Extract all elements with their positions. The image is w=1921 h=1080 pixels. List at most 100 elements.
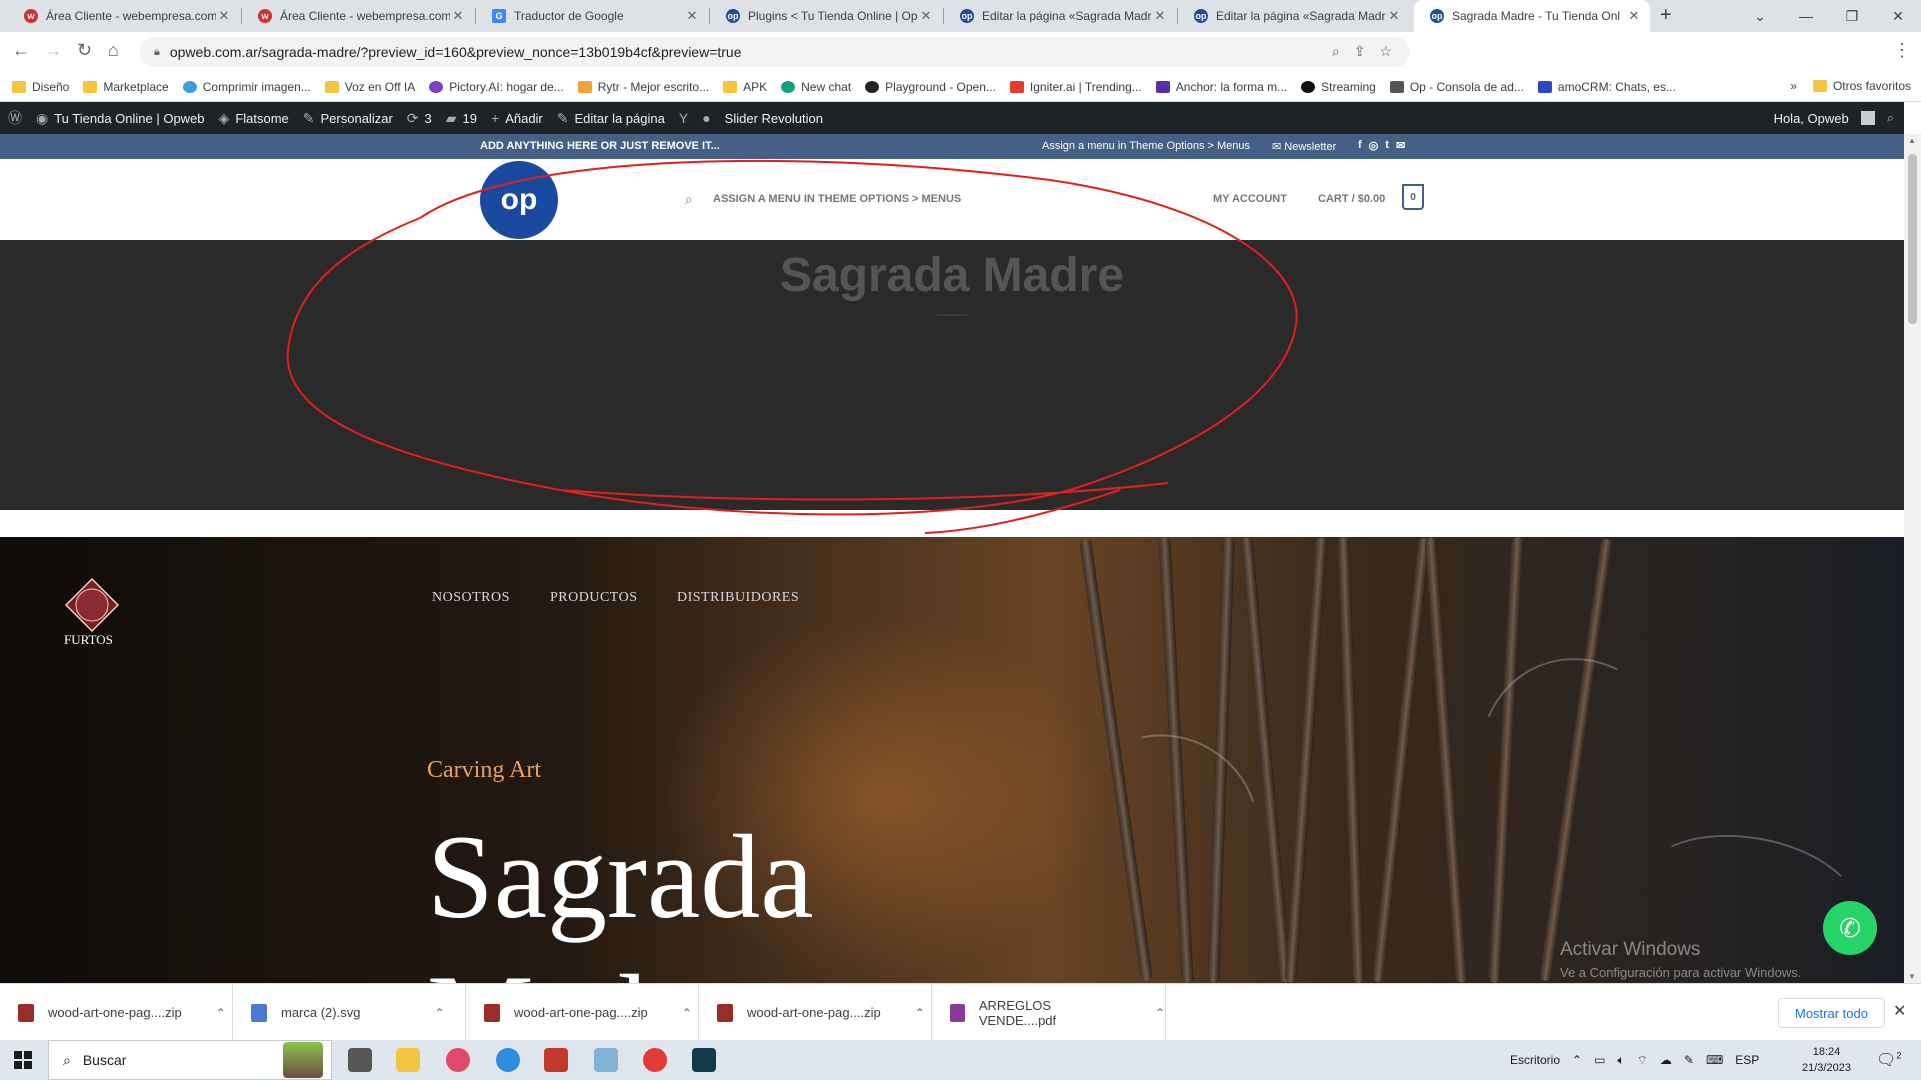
bookmark-item[interactable]: Anchor: la forma m... — [1155, 80, 1287, 94]
notification-icon[interactable]: 🗨︎2 — [1876, 1050, 1901, 1070]
download-item[interactable]: ARREGLOS VENDE....pdf ⌃ — [932, 984, 1166, 1041]
scrollbar-thumb[interactable] — [1908, 154, 1917, 324]
forward-icon[interactable]: → — [44, 40, 62, 61]
home-icon[interactable]: ⌂ — [108, 40, 119, 61]
newsletter-link[interactable]: ✉ Newsletter — [1272, 140, 1336, 153]
wp-updates[interactable]: ⟳ 3 — [407, 110, 432, 127]
page-scrollbar[interactable]: ▲ ▼ — [1904, 134, 1921, 983]
chevron-up-icon[interactable]: ⌃ — [915, 1006, 925, 1020]
windows-start-icon[interactable] — [14, 1051, 32, 1069]
close-icon[interactable]: ✕ — [450, 8, 466, 24]
bookmark-item[interactable]: Marketplace — [83, 80, 169, 94]
bookmark-star-icon[interactable]: ☆ — [1379, 43, 1392, 60]
bookmark-item[interactable]: Rytr - Mejor escrito... — [577, 80, 709, 94]
tab-4[interactable]: op Editar la página «Sagrada Madr ✕ — [944, 0, 1176, 32]
wp-edit-page[interactable]: ✎ Editar la página — [557, 110, 665, 127]
chevron-up-icon[interactable]: ⌃ — [1572, 1053, 1582, 1067]
desktop-label[interactable]: Escritorio — [1510, 1053, 1560, 1067]
hero-nav-distribuidores[interactable]: DISTRIBUIDORES — [677, 590, 799, 606]
topbar-assign-menu[interactable]: Assign a menu in Theme Options > Menus — [1042, 140, 1250, 152]
reload-icon[interactable]: ↻ — [77, 40, 92, 61]
my-account-link[interactable]: MY ACCOUNT — [1213, 193, 1287, 205]
scroll-up-icon[interactable]: ▲ — [1908, 136, 1916, 145]
whatsapp-button[interactable]: ✆ — [1823, 901, 1877, 955]
wp-comments[interactable]: ▰ 19 — [446, 110, 477, 127]
file-explorer-icon[interactable] — [396, 1048, 420, 1072]
task-view-icon[interactable] — [348, 1048, 372, 1072]
wp-status[interactable]: ● — [702, 110, 710, 126]
wp-yoast[interactable]: Y — [679, 110, 688, 126]
chevron-up-icon[interactable]: ⌃ — [682, 1006, 692, 1020]
close-icon[interactable]: ✕ — [918, 8, 934, 24]
cart-count-badge[interactable]: 0 — [1402, 184, 1424, 210]
close-icon[interactable]: ✕ — [1626, 8, 1642, 24]
wp-slider-revolution[interactable]: Slider Revolution — [725, 111, 823, 126]
show-all-downloads-button[interactable]: Mostrar todo — [1778, 998, 1885, 1028]
bookmark-item[interactable]: Streaming — [1301, 80, 1376, 94]
bookmark-item[interactable]: Playground - Open... — [865, 80, 996, 94]
restore-button[interactable]: ❐ — [1829, 0, 1875, 32]
pen-icon[interactable]: ✎ — [1684, 1053, 1694, 1067]
minimize-button[interactable]: — — [1783, 0, 1829, 32]
bookmark-item[interactable]: amoCRM: Chats, es... — [1537, 80, 1676, 94]
bookmark-item[interactable]: New chat — [781, 80, 851, 94]
network-icon[interactable]: ⌔ — [1637, 1053, 1648, 1068]
chevron-up-icon[interactable]: ⌃ — [434, 1006, 444, 1020]
chevron-up-icon[interactable]: ⌃ — [1155, 1006, 1165, 1020]
tab-5[interactable]: op Editar la página «Sagrada Madr ✕ — [1178, 0, 1410, 32]
email-icon[interactable]: ✉ — [1396, 139, 1405, 152]
address-bar[interactable]: 🔒︎ opweb.com.ar/sagrada-madre/?preview_i… — [140, 37, 1410, 67]
tab-2[interactable]: G Traductor de Google ✕ — [476, 0, 708, 32]
scroll-down-icon[interactable]: ▼ — [1908, 972, 1916, 981]
other-bookmarks[interactable]: Otros favoritos — [1812, 79, 1911, 93]
bookmark-item[interactable]: Op - Consola de ad... — [1389, 80, 1524, 94]
new-tab-button[interactable]: + — [1660, 4, 1672, 27]
bookmark-item[interactable]: Igniter.ai | Trending... — [1009, 80, 1142, 94]
close-icon[interactable]: ✕ — [1893, 1001, 1906, 1021]
more-bookmarks-icon[interactable]: » — [1790, 79, 1797, 93]
menu-icon[interactable]: ⋮ — [1893, 40, 1911, 61]
sagrada-madre-logo[interactable] — [64, 577, 120, 633]
close-icon[interactable]: ✕ — [216, 8, 232, 24]
facebook-icon[interactable]: f — [1358, 139, 1362, 152]
app-icon[interactable] — [594, 1048, 618, 1072]
wp-theme[interactable]: ◈ Flatsome — [219, 110, 289, 127]
close-icon[interactable]: ✕ — [1386, 8, 1402, 24]
chrome-icon[interactable] — [643, 1048, 667, 1072]
back-icon[interactable]: ← — [12, 40, 30, 61]
bookmark-item[interactable]: Comprimir imagen... — [182, 80, 311, 94]
chevron-up-icon[interactable]: ⌃ — [216, 1006, 226, 1020]
hero-nav-productos[interactable]: PRODUCTOS — [550, 590, 638, 606]
bookmark-item[interactable]: APK — [723, 80, 767, 94]
keyboard-icon[interactable]: ⌨ — [1706, 1053, 1723, 1067]
cart-link[interactable]: CART / $0.00 — [1318, 193, 1385, 205]
header-menu-placeholder[interactable]: ASSIGN A MENU IN THEME OPTIONS > MENUS — [713, 193, 961, 205]
terminal-icon[interactable] — [692, 1048, 716, 1072]
twitter-icon[interactable]: t — [1385, 139, 1389, 152]
bookmark-item[interactable]: Voz en Off IA — [324, 80, 415, 94]
download-item[interactable]: marca (2).svg ⌃ — [233, 984, 466, 1041]
tab-6-active[interactable]: op Sagrada Madre - Tu Tienda Onl ✕ — [1414, 0, 1650, 32]
tab-search-icon[interactable]: ⌄ — [1737, 0, 1783, 32]
instagram-icon[interactable]: ◎ — [1369, 139, 1379, 152]
winrar-icon[interactable] — [544, 1048, 568, 1072]
onedrive-icon[interactable]: ☁ — [1660, 1053, 1672, 1067]
tab-1[interactable]: w Área Cliente - webempresa.com ✕ — [242, 0, 474, 32]
close-window-button[interactable]: ✕ — [1875, 0, 1921, 32]
bookmark-item[interactable]: Pictory.AI: hogar de... — [429, 80, 564, 94]
wp-new[interactable]: + Añadir — [491, 110, 543, 126]
battery-icon[interactable]: ▭ — [1594, 1053, 1605, 1067]
tab-0[interactable]: w Área Cliente - webempresa.com ✕ — [8, 0, 240, 32]
site-logo[interactable]: op — [480, 161, 558, 239]
search-icon[interactable]: ⌕ — [1887, 110, 1894, 126]
download-item[interactable]: wood-art-one-pag....zip ⌃ — [466, 984, 699, 1041]
wordpress-logo-icon[interactable]: Ⓦ — [8, 108, 22, 128]
download-item[interactable]: wood-art-one-pag....zip ⌃ — [699, 984, 932, 1041]
hero-nav-nosotros[interactable]: NOSOTROS — [432, 590, 510, 606]
user-avatar[interactable] — [1860, 111, 1875, 125]
close-icon[interactable]: ✕ — [1152, 8, 1168, 24]
taskbar-search[interactable]: ⌕ Buscar — [48, 1040, 332, 1080]
volume-icon[interactable]: 🔈︎ — [1617, 1053, 1624, 1068]
language-indicator[interactable]: ESP — [1735, 1053, 1759, 1067]
search-icon[interactable]: ⌕ — [685, 191, 693, 208]
